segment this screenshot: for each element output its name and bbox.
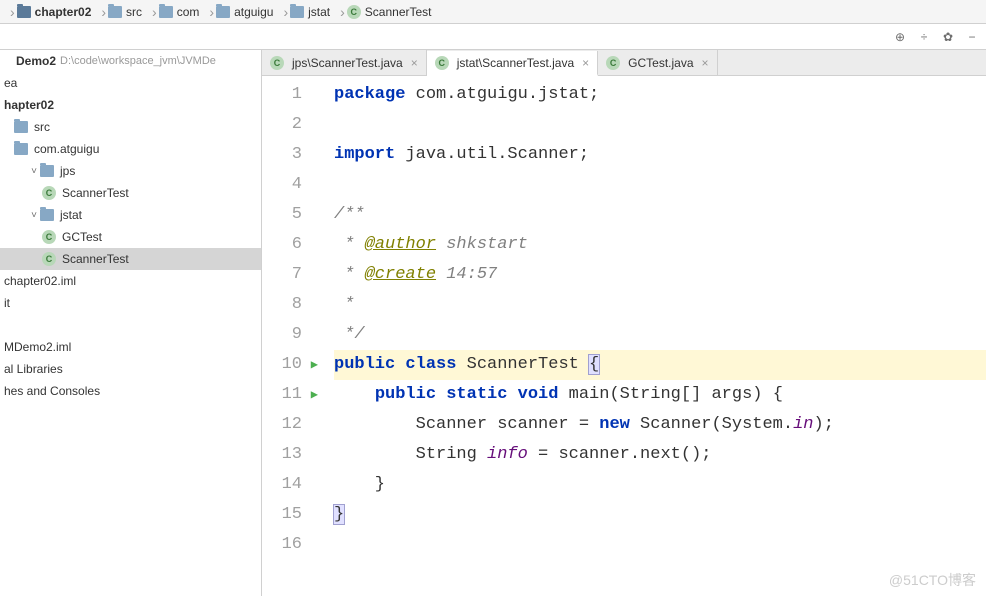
editor-tabs: Cjps\ScannerTest.java × Cjstat\ScannerTes… — [262, 50, 986, 76]
watermark: @51CTO博客 — [889, 570, 976, 590]
tree-file-iml[interactable]: chapter02.iml — [0, 270, 261, 292]
close-icon[interactable]: × — [702, 56, 709, 70]
tree-item[interactable] — [0, 314, 261, 336]
bc-label: atguigu — [234, 5, 273, 19]
code-editor[interactable]: 12345678910111213141516 package com.atgu… — [262, 76, 986, 596]
tree-scratches[interactable]: hes and Consoles — [0, 380, 261, 402]
bc-atguigu[interactable]: › atguigu — [203, 4, 277, 20]
tree-module-demo2[interactable]: Demo2D:\code\workspace_jvm\JVMDe — [0, 50, 261, 72]
folder-icon — [159, 6, 173, 18]
run-gutter-icon: 11 — [262, 380, 320, 410]
chevron-right-icon: › — [10, 4, 15, 20]
class-icon: C — [347, 5, 361, 19]
class-icon: C — [606, 56, 620, 70]
hide-icon[interactable]: − — [964, 29, 980, 45]
project-tree[interactable]: Demo2D:\code\workspace_jvm\JVMDe ea hapt… — [0, 50, 262, 596]
bc-label: src — [126, 5, 142, 19]
chevron-right-icon: › — [283, 4, 288, 20]
tab-jps-scannertest[interactable]: Cjps\ScannerTest.java × — [262, 50, 427, 75]
bc-label: jstat — [308, 5, 330, 19]
project-toolbar: ⊕ ÷ ✿ − — [0, 24, 986, 50]
tab-jstat-scannertest[interactable]: Cjstat\ScannerTest.java × — [427, 51, 598, 76]
class-icon: C — [42, 186, 56, 200]
tree-item[interactable]: ea — [0, 72, 261, 94]
tree-class-gctest[interactable]: CGCTest — [0, 226, 261, 248]
folder-icon — [17, 6, 31, 18]
run-gutter-icon: 10 — [262, 350, 320, 380]
gear-icon[interactable]: ✿ — [940, 29, 956, 45]
chevron-down-icon: ˅ — [28, 166, 40, 177]
class-icon: C — [42, 252, 56, 266]
bc-src[interactable]: › src — [95, 4, 146, 20]
breadcrumb-bar: ›chapter02 ›src ›com ›atguigu ›jstat ›CS… — [0, 0, 986, 24]
folder-icon — [216, 6, 230, 18]
target-icon[interactable]: ⊕ — [892, 29, 908, 45]
bc-com[interactable]: › com — [146, 4, 203, 20]
tree-item-jstat[interactable]: ˅jstat — [0, 204, 261, 226]
tree-item-src[interactable]: src — [0, 116, 261, 138]
class-icon: C — [270, 56, 284, 70]
folder-icon — [290, 6, 304, 18]
tree-libraries[interactable]: al Libraries — [0, 358, 261, 380]
close-icon[interactable]: × — [582, 56, 589, 70]
bc-label: chapter02 — [35, 5, 92, 19]
folder-icon — [14, 121, 28, 133]
tree-item[interactable]: it — [0, 292, 261, 314]
folder-icon — [108, 6, 122, 18]
folder-icon — [14, 143, 28, 155]
tree-item-package[interactable]: com.atguigu — [0, 138, 261, 160]
tree-file-iml2[interactable]: MDemo2.iml — [0, 336, 261, 358]
chevron-right-icon: › — [340, 4, 345, 20]
bc-chapter02[interactable]: › chapter02 — [4, 4, 95, 20]
bc-jstat[interactable]: › jstat — [277, 4, 334, 20]
tree-class-scannertest-jps[interactable]: CScannerTest — [0, 182, 261, 204]
tab-label: jps\ScannerTest.java — [292, 56, 403, 70]
chevron-right-icon: › — [209, 4, 214, 20]
bc-label: ScannerTest — [365, 5, 432, 19]
bc-scannertest[interactable]: ›C ScannerTest — [334, 4, 435, 20]
class-icon: C — [42, 230, 56, 244]
tab-label: GCTest.java — [628, 56, 693, 70]
tree-item-chapter02[interactable]: hapter02 — [0, 94, 261, 116]
code-body[interactable]: package com.atguigu.jstat; import java.u… — [320, 76, 986, 596]
tab-label: jstat\ScannerTest.java — [457, 56, 574, 70]
collapse-icon[interactable]: ÷ — [916, 29, 932, 45]
line-gutter: 12345678910111213141516 — [262, 76, 320, 596]
close-icon[interactable]: × — [411, 56, 418, 70]
tree-class-scannertest-jstat[interactable]: CScannerTest — [0, 248, 261, 270]
chevron-right-icon: › — [152, 4, 157, 20]
class-icon: C — [435, 56, 449, 70]
chevron-down-icon: ˅ — [28, 210, 40, 221]
folder-icon — [40, 165, 54, 177]
chevron-right-icon: › — [101, 4, 106, 20]
folder-icon — [40, 209, 54, 221]
bc-label: com — [177, 5, 200, 19]
tab-gctest[interactable]: C GCTest.java × — [598, 50, 717, 75]
tree-item-jps[interactable]: ˅jps — [0, 160, 261, 182]
